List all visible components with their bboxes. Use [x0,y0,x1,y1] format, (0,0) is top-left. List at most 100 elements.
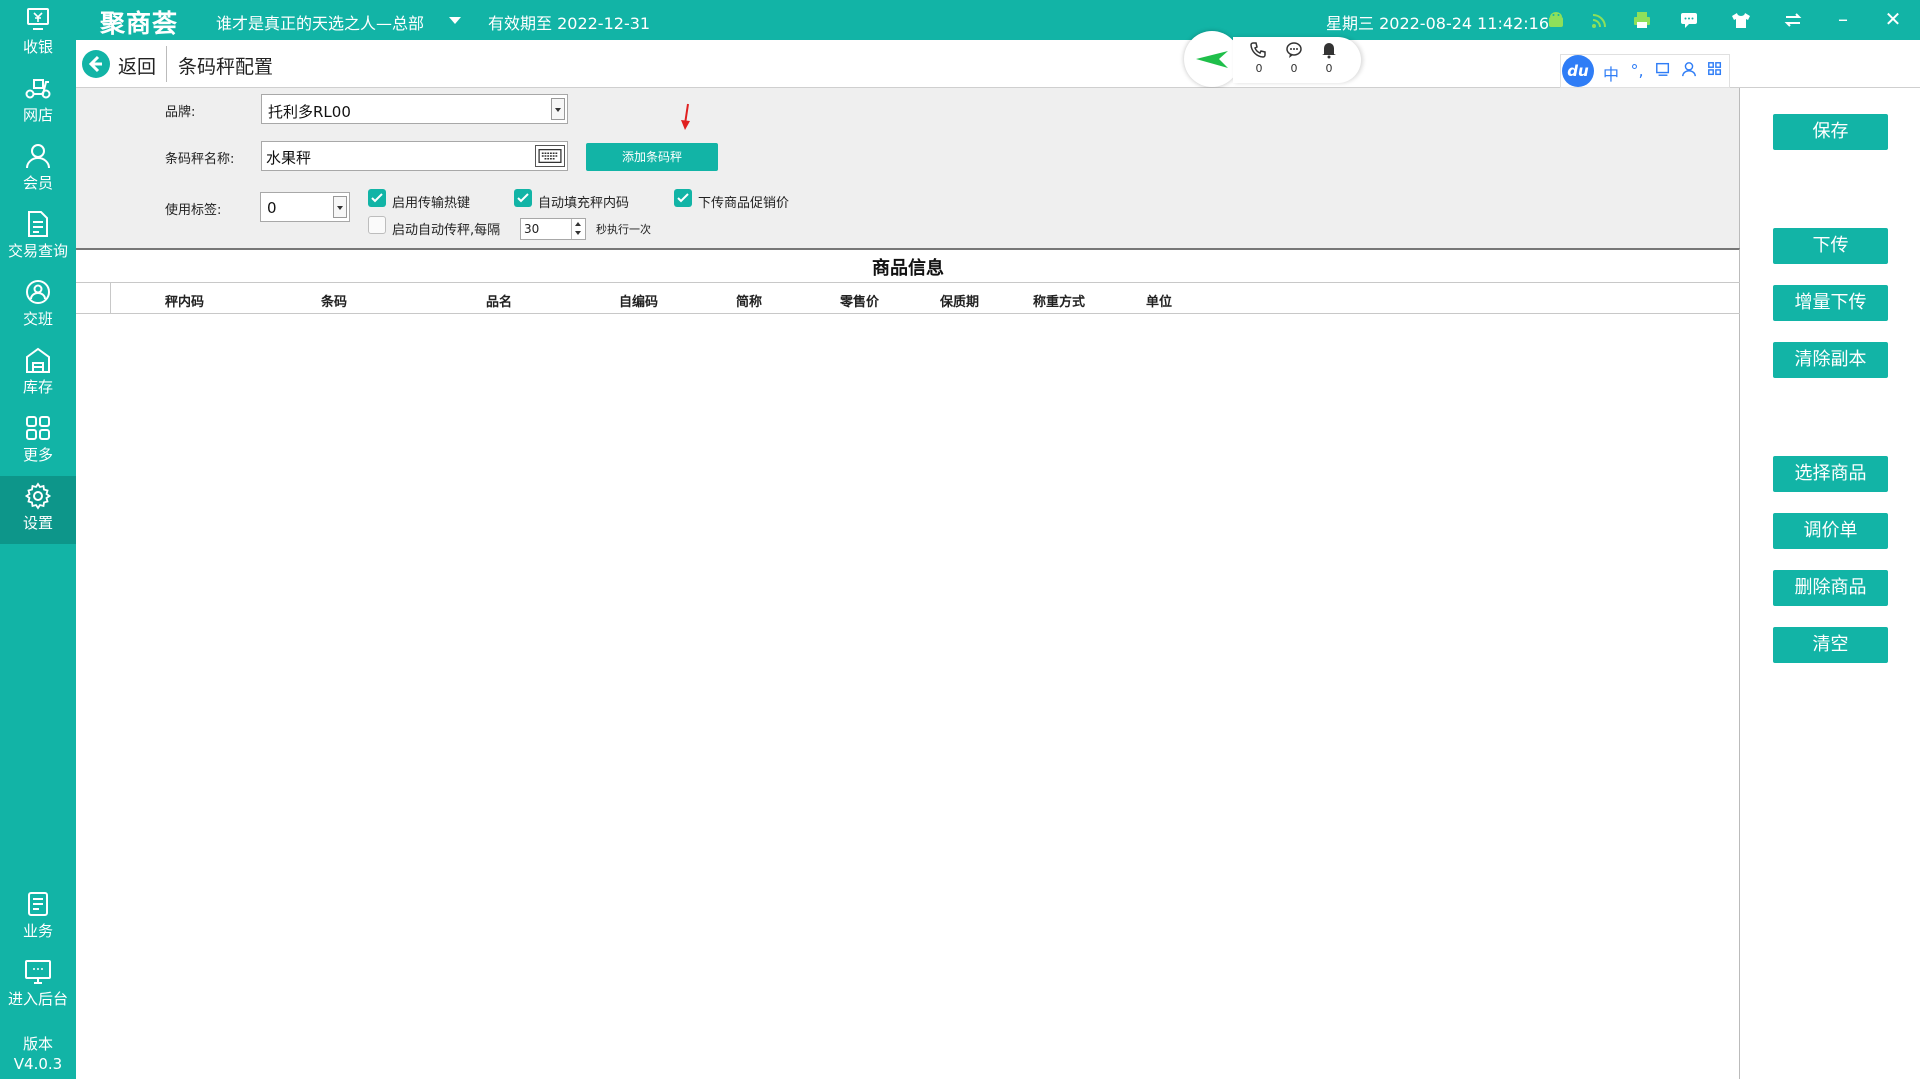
chat-counter[interactable]: 0 [1282,41,1306,75]
chat-icon [1286,42,1302,58]
monitor-icon [25,960,51,984]
back-arrow-icon[interactable] [82,50,110,78]
sidebar-item-backend[interactable]: 进入后台 [0,952,76,1020]
select-goods-button[interactable]: 选择商品 [1773,456,1888,492]
save-button[interactable]: 保存 [1773,114,1888,150]
wifi-icon[interactable] [1590,10,1610,30]
promo-checkbox[interactable] [674,189,692,207]
scale-name-input[interactable]: 水果秤 [261,141,568,171]
brand-select[interactable]: 托利多RL00 [261,94,568,124]
bell-count: 0 [1325,62,1333,75]
grid-icon [26,416,50,440]
gear-icon [24,482,52,510]
delete-goods-button[interactable]: 删除商品 [1773,570,1888,606]
chevron-down-icon[interactable] [333,196,347,218]
add-scale-button[interactable]: 添加条码秤 [586,143,718,171]
interval-value: 30 [524,222,540,236]
sidebar-label: 网店 [22,106,53,124]
sidebar-label: 业务 [22,922,53,940]
android-icon[interactable] [1546,10,1566,30]
column-header[interactable]: 单位 [1146,291,1172,310]
column-header[interactable]: 条码 [321,291,347,310]
switch-icon[interactable] [1783,10,1803,30]
sidebar-item-member[interactable]: 会员 [0,136,76,204]
back-button[interactable]: 返回 [118,52,156,79]
column-header[interactable]: 自编码 [619,291,658,310]
tag-label: 使用标签: [165,203,222,218]
ime-chinese-toggle[interactable]: 中 [1600,61,1622,85]
sidebar-label: 会员 [22,174,53,192]
top-bar: 聚商荟 谁才是真正的天选之人—总部 有效期至 2022-12-31 星期三 20… [0,0,1920,40]
business-icon [28,892,48,916]
datetime-text: 星期三 2022-08-24 11:42:16 [1326,14,1550,33]
sidebar-item-online-store[interactable]: 网店 [0,68,76,136]
printer-icon[interactable] [1632,10,1652,30]
ime-user-icon[interactable] [1678,61,1700,81]
scale-name-label: 条码秤名称: [165,152,235,167]
chevron-down-icon[interactable] [551,98,565,120]
sidebar-label: 设置 [22,514,53,532]
price-adjust-button[interactable]: 调价单 [1773,513,1888,549]
phone-icon [1250,42,1266,58]
ime-softkbd-icon[interactable] [1652,61,1674,81]
sidebar-label: 收银 [22,38,53,56]
sidebar: 收银 网店 会员 交易查询 交班 库存 更多 设置 业务 进入后台 版本 V4.… [0,0,76,1079]
column-header[interactable]: 品名 [486,291,512,310]
stepper-arrows-icon[interactable] [571,219,585,239]
sidebar-item-transactions[interactable]: 交易查询 [0,204,76,272]
incremental-download-button[interactable]: 增量下传 [1773,285,1888,321]
shirt-icon[interactable] [1731,10,1751,30]
bell-counter[interactable]: 0 [1317,41,1341,75]
clear-copy-button[interactable]: 清除副本 [1773,342,1888,378]
warehouse-icon [26,347,50,373]
expiry-text: 有效期至 2022-12-31 [488,14,651,33]
checkmark-icon [677,193,689,203]
close-icon[interactable]: ✕ [1880,6,1906,32]
red-arrow-annotation-icon [681,103,690,130]
interval-stepper[interactable]: 30 [520,218,586,240]
store-selector[interactable]: 谁才是真正的天选之人—总部 [216,10,424,34]
message-icon[interactable] [1679,10,1699,30]
send-button[interactable] [1184,31,1240,87]
version-label: 版本 [22,1035,53,1053]
autofill-checkbox[interactable] [514,189,532,207]
table-title: 商品信息 [872,258,944,279]
sidebar-item-cashier[interactable]: 收银 [0,0,76,68]
checkmark-icon [517,193,529,203]
auto-send-label: 启动自动传秤,每隔 [392,223,501,238]
column-header[interactable]: 称重方式 [1033,291,1085,310]
auto-send-checkbox[interactable] [368,216,386,234]
brand-label: 品牌: [165,105,196,120]
column-header[interactable]: 零售价 [840,291,879,310]
sidebar-label: 更多 [22,446,53,464]
minimize-icon[interactable]: – [1830,6,1856,32]
tag-select[interactable]: 0 [260,192,350,222]
sidebar-item-settings[interactable]: 设置 [0,476,76,544]
paper-plane-icon [1196,51,1228,68]
phone-counter[interactable]: 0 [1247,41,1271,75]
app-logo: 聚商荟 [100,9,179,38]
clear-all-button[interactable]: 清空 [1773,627,1888,663]
sidebar-item-more[interactable]: 更多 [0,408,76,476]
page-title: 条码秤配置 [178,56,274,78]
ime-punctuation-toggle[interactable]: °, [1626,61,1648,80]
sidebar-item-inventory[interactable]: 库存 [0,340,76,408]
brand-value: 托利多RL00 [268,103,351,121]
sidebar-item-business[interactable]: 业务 [0,884,76,952]
sidebar-item-shift[interactable]: 交班 [0,272,76,340]
download-button[interactable]: 下传 [1773,228,1888,264]
cashier-icon [27,8,49,30]
column-header[interactable]: 秤内码 [165,291,204,310]
checkmark-icon [371,193,383,203]
column-header[interactable]: 简称 [736,291,762,310]
ime-logo[interactable]: du [1562,55,1594,87]
hotkey-checkbox[interactable] [368,189,386,207]
promo-label: 下传商品促销价 [698,196,790,211]
column-header[interactable]: 保质期 [940,291,979,310]
chevron-down-icon[interactable] [449,17,461,24]
ime-grid-icon[interactable] [1704,61,1726,81]
notification-counters: 0 0 0 [1233,37,1361,83]
tag-value: 0 [267,199,277,217]
keyboard-icon[interactable] [535,145,565,167]
sidebar-label: 库存 [22,378,53,396]
